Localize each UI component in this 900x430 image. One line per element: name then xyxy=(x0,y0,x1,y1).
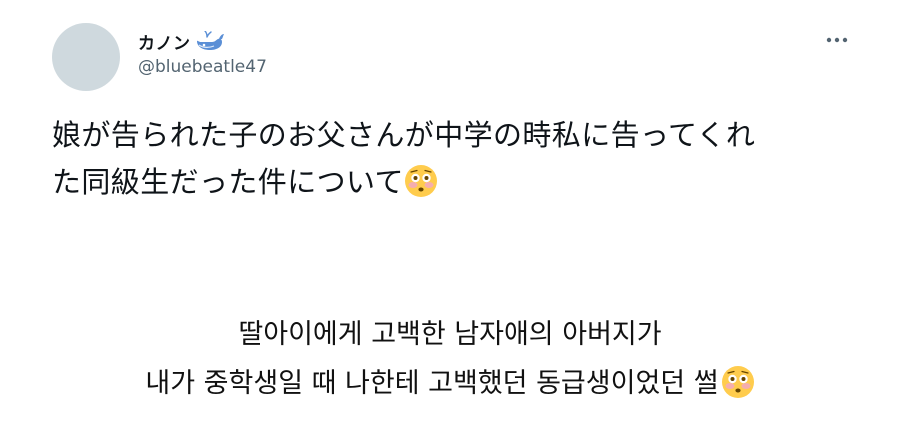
user-handle[interactable]: @bluebeatle47 xyxy=(138,57,267,77)
more-options-icon xyxy=(826,37,848,43)
tweet-text: 娘が告られた子のお父さんが中学の時私に告ってくれ た同級生だった件について xyxy=(52,112,852,206)
whale-icon xyxy=(195,30,225,51)
author-row: カノン xyxy=(138,28,225,54)
more-options-button[interactable] xyxy=(822,30,852,50)
avatar[interactable] xyxy=(52,23,120,91)
translation-line-2-wrap: 내가 중학생일 때 나한테 고백했던 동급생이었던 썰 xyxy=(0,359,900,408)
korean-translation-caption: 딸아이에게 고백한 남자애의 아버지가 내가 중학생일 때 나한테 고백했던 동… xyxy=(0,310,900,408)
tweet-text-line-1: 娘が告られた子のお父さんが中学の時私に告ってくれ xyxy=(52,118,756,152)
tweet-card: カノン @bluebeatle47 娘が告られた子のお父さんが中学の時私に告って… xyxy=(0,0,900,212)
display-name[interactable]: カノン xyxy=(138,29,191,54)
translation-line-2: 내가 중학생일 때 나한테 고백했던 동급생이었던 썰 xyxy=(145,368,719,399)
translation-line-1: 딸아이에게 고백한 남자애의 아버지가 xyxy=(238,319,662,350)
tweet-text-line-2: た同級生だった件について xyxy=(52,165,404,199)
flushed-face-emoji-icon xyxy=(721,365,755,399)
truncated-text-fragment xyxy=(60,206,170,211)
flushed-face-emoji-icon xyxy=(404,164,438,198)
